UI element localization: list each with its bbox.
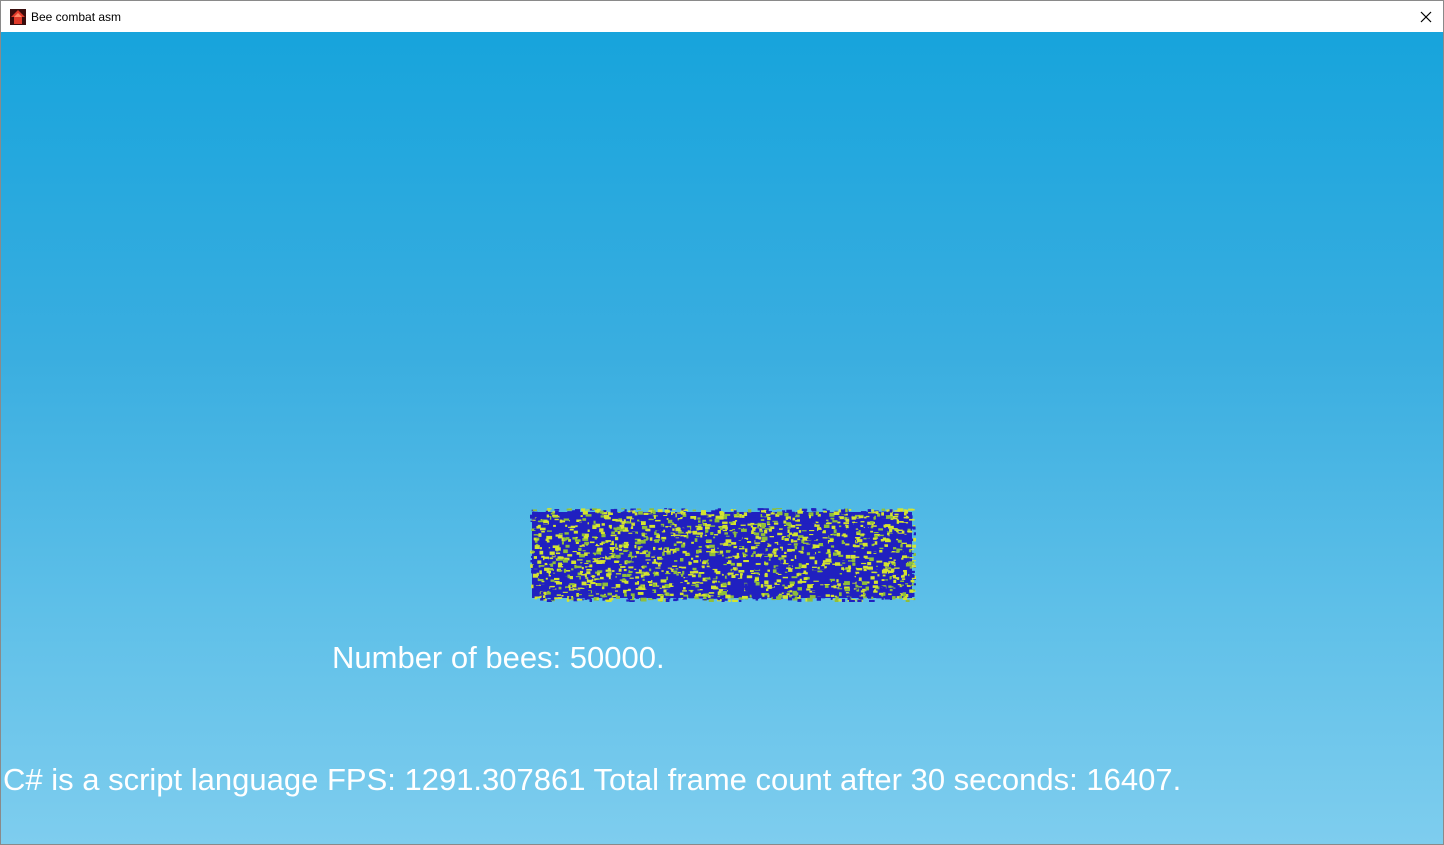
window-title: Bee combat asm (31, 10, 122, 24)
house-icon (10, 9, 26, 25)
close-icon (1420, 11, 1432, 22)
title-bar[interactable]: Bee combat asm (1, 1, 1443, 33)
bee-swarm (530, 508, 916, 602)
fps-readout: C# is a script language FPS: 1291.307861… (3, 762, 1182, 797)
close-button[interactable] (1409, 1, 1443, 32)
game-viewport[interactable]: Number of bees: 50000. C# is a script la… (1, 32, 1443, 844)
app-window: Bee combat asm Number of bees: 50000. C#… (0, 0, 1444, 845)
bee-count-label: Number of bees: 50000. (332, 640, 665, 675)
